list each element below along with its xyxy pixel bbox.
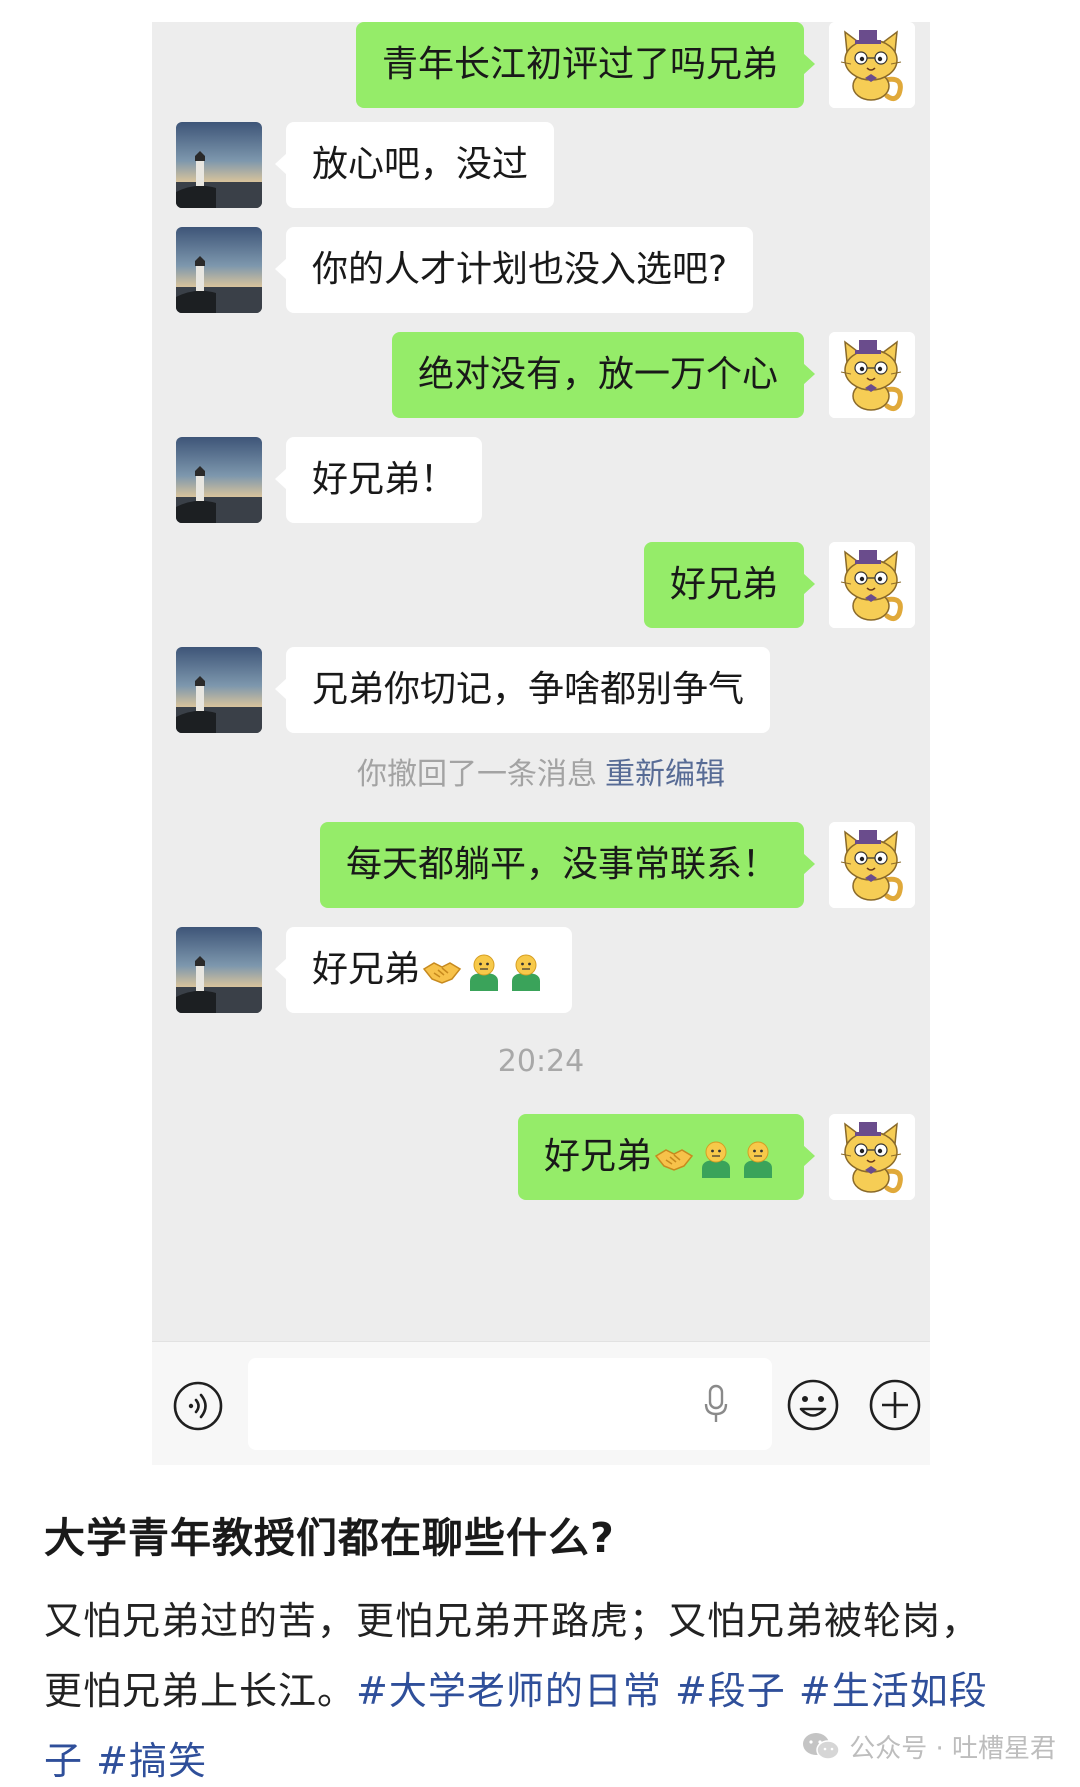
message-bubble[interactable]: 好兄弟: [274, 927, 573, 1013]
message-bubble[interactable]: 每天都躺平，没事常联系！: [319, 822, 816, 908]
friend-avatar[interactable]: [176, 122, 262, 208]
message-bubble[interactable]: 青年长江初评过了吗兄弟: [355, 22, 816, 108]
friend-avatar[interactable]: [176, 647, 262, 733]
self-avatar[interactable]: [829, 822, 915, 908]
self-avatar[interactable]: [829, 1114, 915, 1200]
chat-panel: 青年长江初评过了吗兄弟 放心吧，没过 你的人才计划也没入选吧? 绝对没有，放一万…: [152, 22, 930, 1465]
message-bubble[interactable]: 绝对没有，放一万个心: [391, 332, 816, 418]
hashtag-link[interactable]: #搞笑: [96, 1739, 207, 1783]
chat-message-incoming: 好兄弟！: [152, 437, 930, 523]
message-bubble[interactable]: 好兄弟！: [274, 437, 483, 523]
message-input[interactable]: [248, 1358, 772, 1450]
handshake-emoji-icon: [422, 951, 462, 991]
message-bubble[interactable]: 好兄弟: [517, 1114, 816, 1200]
self-avatar[interactable]: [829, 542, 915, 628]
watermark: 公众号 · 吐槽星君: [801, 1728, 1056, 1765]
self-avatar[interactable]: [829, 332, 915, 418]
chat-message-outgoing: 绝对没有，放一万个心: [152, 332, 930, 418]
chat-message-outgoing: 好兄弟: [152, 1114, 930, 1200]
emoji-icon[interactable]: [786, 1378, 840, 1432]
person-emoji-icon: [738, 1138, 778, 1178]
re-edit-link[interactable]: 重新编辑: [605, 757, 725, 792]
chat-message-incoming: 好兄弟: [152, 927, 930, 1013]
person-emoji-icon: [464, 951, 504, 991]
wechat-icon: [801, 1731, 841, 1763]
chat-message-outgoing: 每天都躺平，没事常联系！: [152, 822, 930, 908]
message-bubble[interactable]: 放心吧，没过: [274, 122, 555, 208]
person-emoji-icon: [696, 1138, 736, 1178]
handshake-emoji-icon: [654, 1138, 694, 1178]
recall-notice-text: 你撤回了一条消息: [357, 757, 597, 792]
chat-message-outgoing: 青年长江初评过了吗兄弟: [152, 22, 930, 108]
chat-input-bar: [152, 1341, 930, 1465]
voice-icon[interactable]: [172, 1380, 224, 1432]
person-emoji-icon: [506, 951, 546, 991]
recall-notice: 你撤回了一条消息 重新编辑: [152, 749, 930, 793]
post-title: 大学青年教授们都在聊些什么?: [44, 1514, 615, 1562]
message-text: 好兄弟: [543, 1136, 652, 1177]
watermark-text: 公众号 · 吐槽星君: [849, 1734, 1056, 1764]
chat-message-outgoing: 好兄弟: [152, 542, 930, 628]
plus-icon[interactable]: [868, 1378, 922, 1432]
friend-avatar[interactable]: [176, 927, 262, 1013]
friend-avatar[interactable]: [176, 227, 262, 313]
self-avatar[interactable]: [829, 22, 915, 108]
message-text: 好兄弟: [312, 949, 421, 990]
mic-icon[interactable]: [704, 1384, 728, 1424]
hashtag-link[interactable]: #大学老师的日常: [356, 1669, 662, 1713]
chat-message-incoming: 放心吧，没过: [152, 122, 930, 208]
chat-message-incoming: 你的人才计划也没入选吧?: [152, 227, 930, 313]
hashtag-link[interactable]: #段子: [675, 1669, 786, 1713]
message-bubble[interactable]: 好兄弟: [643, 542, 816, 628]
message-bubble[interactable]: 你的人才计划也没入选吧?: [274, 227, 754, 313]
chat-message-incoming: 兄弟你切记，争啥都别争气: [152, 647, 930, 733]
friend-avatar[interactable]: [176, 437, 262, 523]
message-timestamp: 20:24: [497, 1044, 585, 1079]
message-bubble[interactable]: 兄弟你切记，争啥都别争气: [274, 647, 771, 733]
